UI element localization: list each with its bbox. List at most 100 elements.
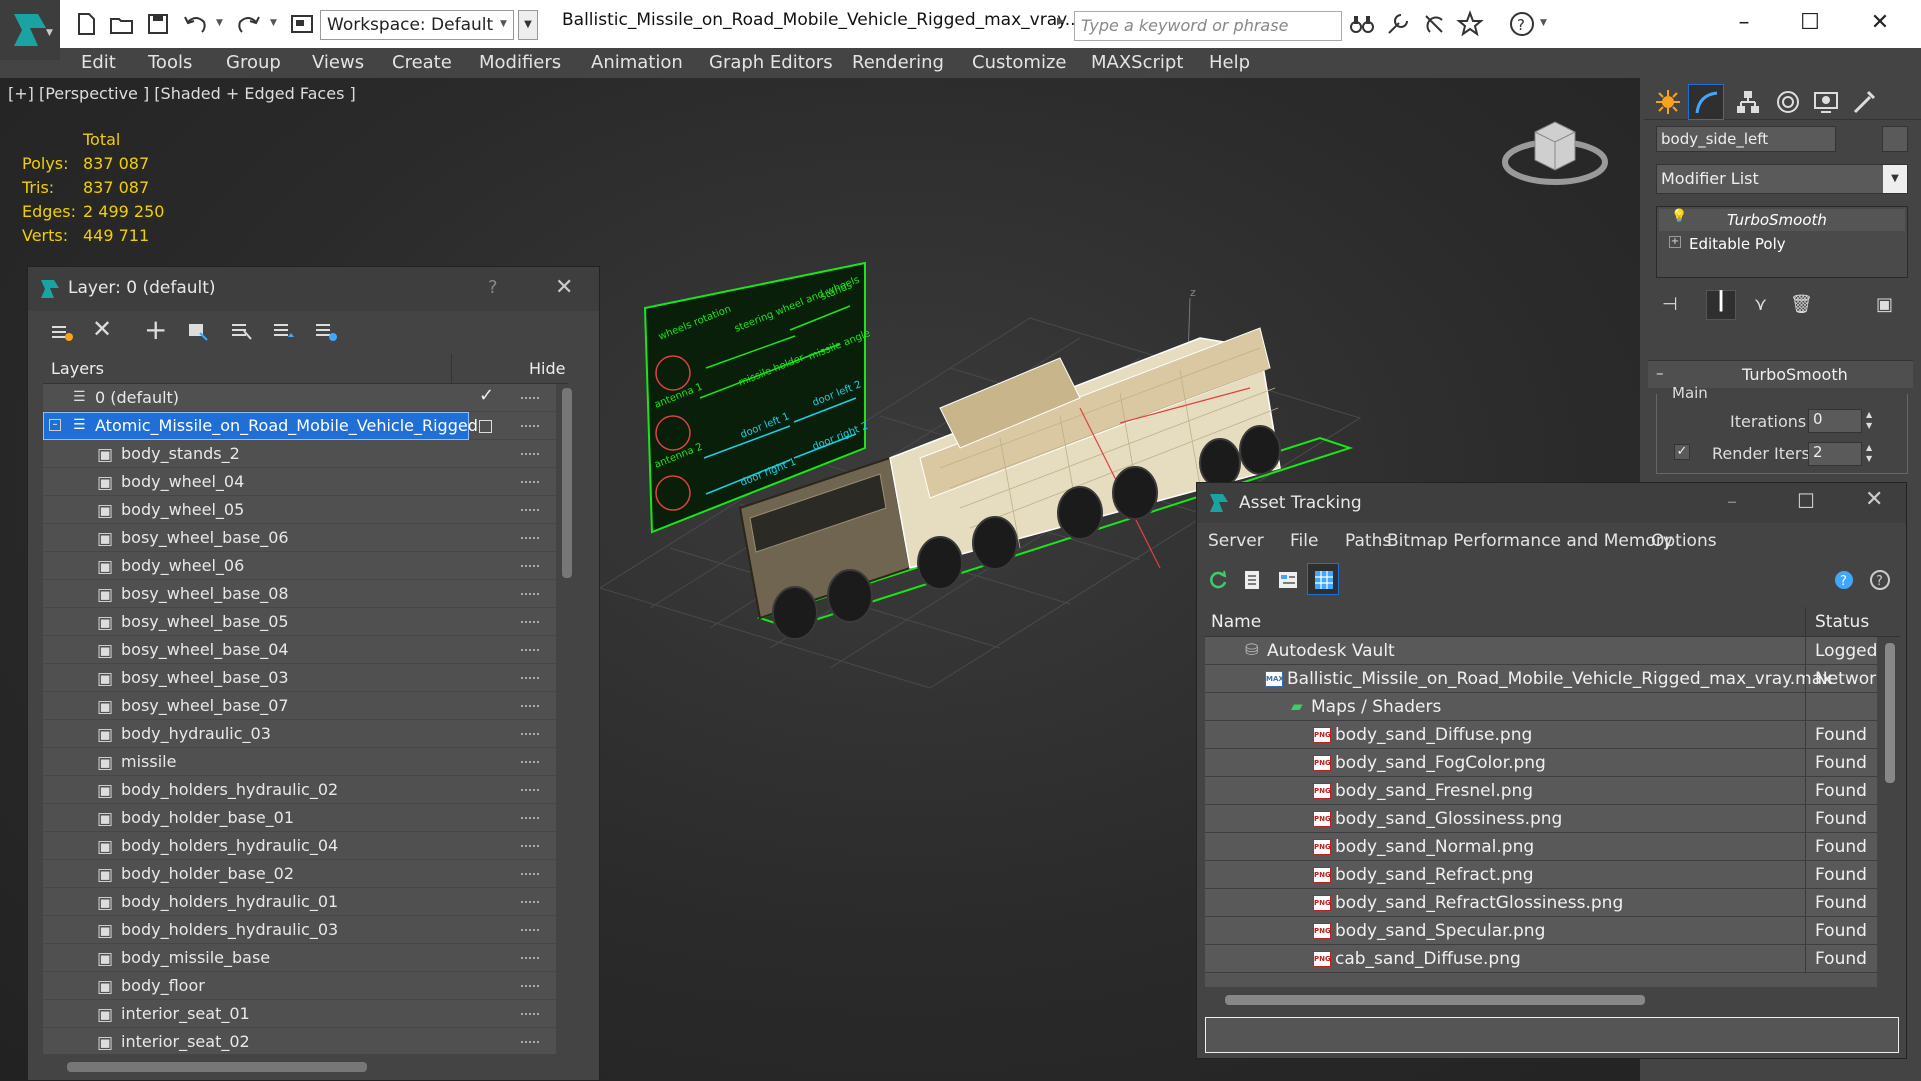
- render-iters-checkbox[interactable]: ✓: [1674, 444, 1690, 460]
- layer-object-row[interactable]: ▣ missile: [43, 748, 556, 776]
- scrollbar-thumb[interactable]: [67, 1062, 367, 1072]
- help-button[interactable]: ?: [488, 277, 498, 298]
- layer-object-row[interactable]: ▣ body_holders_hydraulic_01: [43, 888, 556, 916]
- asset-row-map[interactable]: PNG cab_sand_Diffuse.png Found: [1205, 945, 1877, 973]
- layer-object-row[interactable]: ▣ interior_seat_02: [43, 1028, 556, 1054]
- layer-window-titlebar[interactable]: Layer: 0 (default) ? ✕: [28, 267, 599, 311]
- close-button[interactable]: ✕: [1865, 487, 1883, 512]
- menu-file[interactable]: File: [1290, 531, 1318, 551]
- hide-toggle[interactable]: [521, 789, 539, 791]
- minimize-button[interactable]: –: [1727, 489, 1737, 513]
- hide-toggle[interactable]: [521, 481, 539, 483]
- menu-graph-editors[interactable]: Graph Editors: [709, 52, 833, 73]
- hide-toggle[interactable]: [521, 593, 539, 595]
- menu-group[interactable]: Group: [226, 52, 281, 73]
- layer-object-row[interactable]: ▣ body_floor: [43, 972, 556, 1000]
- maximize-button[interactable]: ☐: [1797, 489, 1815, 513]
- hide-toggle[interactable]: [521, 509, 539, 511]
- star-icon[interactable]: [1456, 10, 1484, 38]
- signal-icon[interactable]: [1420, 10, 1448, 38]
- stack-item-editable-poly[interactable]: + Editable Poly: [1659, 233, 1905, 255]
- asset-row-map[interactable]: PNG body_sand_Glossiness.png Found: [1205, 805, 1877, 833]
- hide-toggle[interactable]: [521, 929, 539, 931]
- modify-tab[interactable]: [1688, 84, 1724, 120]
- create-tab-icon[interactable]: [1654, 88, 1682, 116]
- hide-toggle[interactable]: [521, 761, 539, 763]
- modifier-list-dropdown[interactable]: Modifier List ▼: [1656, 164, 1908, 194]
- column-header-status[interactable]: Status: [1815, 612, 1869, 632]
- layer-object-row[interactable]: ▣ body_hydraulic_03: [43, 720, 556, 748]
- layer-object-row[interactable]: ▣ body_holders_hydraulic_02: [43, 776, 556, 804]
- remove-modifier-icon[interactable]: 🗑: [1790, 294, 1813, 315]
- close-button[interactable]: ✕: [1852, 6, 1908, 40]
- add-to-layer-icon[interactable]: +: [144, 313, 167, 346]
- redo-icon[interactable]: [234, 10, 262, 38]
- scrollbar-thumb[interactable]: [1885, 643, 1895, 783]
- scrollbar-thumb[interactable]: [562, 388, 572, 578]
- asset-row-vault[interactable]: ⛁ Autodesk Vault Logged: [1205, 637, 1877, 665]
- binoculars-icon[interactable]: [1348, 10, 1376, 38]
- hide-toggle[interactable]: [521, 845, 539, 847]
- make-unique-icon[interactable]: ⋎: [1754, 294, 1767, 315]
- render-iters-spinner[interactable]: 2: [1808, 442, 1862, 466]
- asset-row-max-file[interactable]: MAX Ballistic_Missile_on_Road_Mobile_Veh…: [1205, 665, 1877, 693]
- help-icon[interactable]: ?: [1508, 10, 1536, 38]
- menu-views[interactable]: Views: [312, 52, 364, 73]
- scrollbar-thumb[interactable]: [1225, 995, 1645, 1005]
- layer-object-row[interactable]: ▣ body_holders_hydraulic_03: [43, 916, 556, 944]
- utilities-tab-icon[interactable]: [1850, 88, 1878, 116]
- asset-row-map[interactable]: PNG body_sand_Refract.png Found: [1205, 861, 1877, 889]
- delete-layer-icon[interactable]: ✕: [92, 315, 112, 343]
- menu-help[interactable]: Help: [1209, 52, 1250, 73]
- show-end-result-icon[interactable]: ┃: [1706, 290, 1736, 320]
- current-layer-box-icon[interactable]: [479, 420, 492, 433]
- menu-edit[interactable]: Edit: [81, 52, 116, 73]
- hide-toggle[interactable]: [521, 705, 539, 707]
- hide-toggle[interactable]: [521, 1041, 539, 1043]
- object-name-field[interactable]: body_side_left: [1656, 126, 1836, 152]
- make-current-layer-icon[interactable]: [272, 319, 296, 343]
- layer-object-row[interactable]: ▣ bosy_wheel_base_05: [43, 608, 556, 636]
- layer-object-row[interactable]: ▣ body_holder_base_02: [43, 860, 556, 888]
- layer-object-row[interactable]: ▣ bosy_wheel_base_07: [43, 692, 556, 720]
- vertical-scrollbar[interactable]: [556, 384, 578, 1054]
- hide-toggle[interactable]: [521, 957, 539, 959]
- layer-object-row[interactable]: ▣ body_wheel_06: [43, 552, 556, 580]
- column-header-name[interactable]: Name: [1211, 612, 1261, 632]
- path-input-field[interactable]: [1205, 1017, 1899, 1053]
- chevron-down-icon[interactable]: ▼: [270, 18, 277, 28]
- maximize-button[interactable]: ☐: [1782, 6, 1838, 40]
- menu-maxscript[interactable]: MAXScript: [1091, 52, 1183, 73]
- tools-icon[interactable]: [1384, 10, 1412, 38]
- asset-row-map[interactable]: PNG body_sand_Normal.png Found: [1205, 833, 1877, 861]
- hide-toggle[interactable]: [521, 901, 539, 903]
- layer-object-row[interactable]: ▣ bosy_wheel_base_06: [43, 524, 556, 552]
- lightbulb-icon[interactable]: 💡: [1671, 209, 1687, 224]
- layer-object-row[interactable]: ▣ bosy_wheel_base_03: [43, 664, 556, 692]
- spinner-arrows-icon[interactable]: ▲ ▼: [1866, 409, 1872, 431]
- display-tab-icon[interactable]: [1812, 88, 1840, 116]
- collapse-minus-icon[interactable]: –: [49, 419, 61, 431]
- viewcube[interactable]: [1500, 102, 1610, 192]
- vertical-scrollbar[interactable]: [1881, 637, 1899, 987]
- viewport-label[interactable]: [+] [Perspective ] [Shaded + Edged Faces…: [8, 84, 356, 103]
- close-button[interactable]: ✕: [555, 275, 573, 300]
- tree-view-icon[interactable]: [1277, 569, 1299, 591]
- layer-object-row[interactable]: ▣ body_missile_base: [43, 944, 556, 972]
- hide-toggle[interactable]: [521, 621, 539, 623]
- layer-row-default[interactable]: ☰ 0 (default) ✓: [43, 384, 556, 412]
- layer-object-row[interactable]: ▣ bosy_wheel_base_08: [43, 580, 556, 608]
- workspace-dropdown[interactable]: Workspace: Default: [320, 10, 514, 40]
- hide-toggle[interactable]: [521, 733, 539, 735]
- hide-toggle[interactable]: [521, 985, 539, 987]
- menu-paths[interactable]: Paths: [1345, 531, 1391, 551]
- hide-toggle[interactable]: [521, 649, 539, 651]
- object-color-swatch[interactable]: [1882, 126, 1908, 152]
- hide-toggle[interactable]: [521, 537, 539, 539]
- save-icon[interactable]: [144, 10, 172, 38]
- menu-server[interactable]: Server: [1208, 531, 1264, 551]
- layer-object-row[interactable]: ▣ body_wheel_05: [43, 496, 556, 524]
- pin-stack-icon[interactable]: ⊣: [1662, 294, 1678, 315]
- layer-row-selected[interactable]: – ☰ Atomic_Missile_on_Road_Mobile_Vehicl…: [43, 412, 556, 440]
- menu-create[interactable]: Create: [392, 52, 452, 73]
